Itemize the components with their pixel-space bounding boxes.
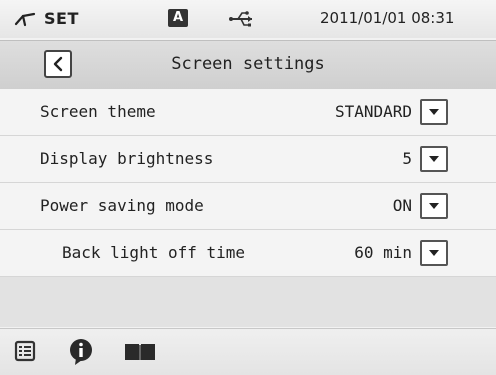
dropdown-button[interactable]: [420, 193, 448, 219]
caret-down-icon: [429, 156, 439, 162]
setting-value: 5: [402, 149, 412, 168]
setting-value: STANDARD: [334, 102, 412, 121]
device-screen: SET A 2011/01/01 08:31 Screen settings S…: [0, 0, 496, 375]
status-bar: SET A 2011/01/01 08:31: [0, 0, 496, 38]
setting-label: Display brightness: [40, 149, 214, 168]
setting-row-screen-theme[interactable]: Screen theme STANDARD: [0, 89, 496, 136]
usb-icon: [229, 11, 252, 27]
dropdown-button[interactable]: [420, 146, 448, 172]
datetime: 2011/01/01 08:31: [320, 9, 455, 27]
auto-badge: A: [168, 9, 188, 27]
settings-list: Screen theme STANDARD Display brightness…: [0, 89, 496, 277]
manual-book-icon[interactable]: [124, 342, 156, 362]
dropdown-button[interactable]: [420, 99, 448, 125]
list-icon[interactable]: [14, 340, 36, 362]
bottom-toolbar: [0, 328, 496, 375]
welding-torch-icon: [14, 12, 36, 27]
setting-value: ON: [392, 196, 412, 215]
setting-row-power-saving-mode[interactable]: Power saving mode ON: [0, 183, 496, 230]
empty-list-area: [0, 277, 496, 327]
setting-label: Back light off time: [62, 243, 246, 262]
setting-label: Screen theme: [40, 102, 156, 121]
setting-row-back-light-off-time[interactable]: Back light off time 60 min: [0, 230, 496, 277]
caret-down-icon: [429, 250, 439, 256]
caret-down-icon: [429, 109, 439, 115]
setting-row-display-brightness[interactable]: Display brightness 5: [0, 136, 496, 183]
dropdown-button[interactable]: [420, 240, 448, 266]
title-bar: Screen settings: [0, 40, 496, 90]
caret-down-icon: [429, 203, 439, 209]
page-title: Screen settings: [171, 54, 325, 74]
setting-value: 60 min: [354, 243, 412, 262]
mode-label: SET: [44, 9, 79, 28]
setting-label: Power saving mode: [40, 196, 204, 215]
info-icon[interactable]: [68, 338, 94, 366]
